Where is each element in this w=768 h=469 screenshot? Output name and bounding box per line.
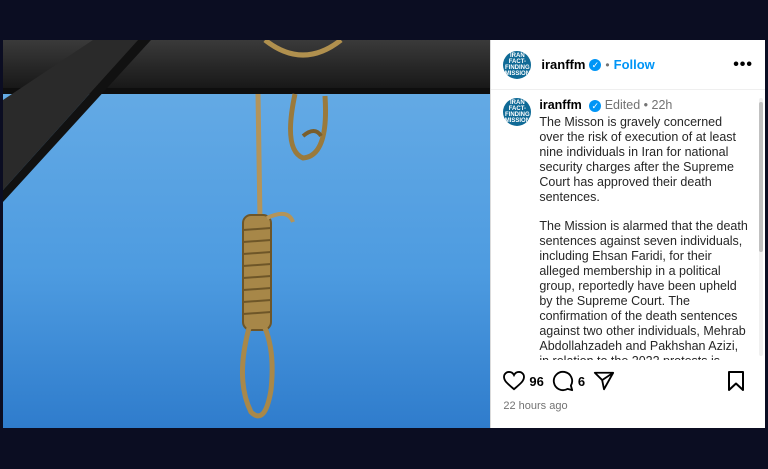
- caption-area: IRAN FACT-FINDING MISSION iranffm ✓ Edit…: [491, 92, 765, 360]
- edited-label: Edited: [604, 98, 641, 112]
- caption-scrollbar[interactable]: [759, 98, 763, 356]
- comment-icon[interactable]: [552, 370, 574, 392]
- gallows-photo: [3, 40, 491, 428]
- verified-badge-icon: ✓: [589, 100, 602, 112]
- caption-paragraph: The Mission is alarmed that the death se…: [539, 219, 748, 360]
- separator-dot: •: [605, 57, 610, 72]
- share-icon[interactable]: [593, 370, 615, 392]
- caption: iranffm ✓ Edited • 22h The Misson is gra…: [539, 98, 749, 360]
- action-bar: 96 6: [503, 370, 753, 392]
- bookmark-icon[interactable]: [727, 370, 745, 392]
- instagram-post: IRAN FACT-FINDING MISSION iranffm ✓ • Fo…: [3, 40, 765, 428]
- avatar[interactable]: IRAN FACT-FINDING MISSION: [503, 50, 532, 79]
- post-image[interactable]: [3, 40, 491, 428]
- like-count[interactable]: 96: [529, 374, 543, 389]
- posted-time-ago[interactable]: 22 hours ago: [503, 400, 567, 412]
- verified-badge-icon: ✓: [589, 58, 602, 71]
- post-header: IRAN FACT-FINDING MISSION iranffm ✓ • Fo…: [491, 40, 765, 90]
- separator-dot: •: [643, 98, 649, 112]
- follow-button[interactable]: Follow: [614, 57, 655, 72]
- scrollbar-thumb[interactable]: [759, 102, 763, 252]
- more-options-icon[interactable]: •••: [733, 56, 753, 74]
- heart-icon[interactable]: [503, 371, 526, 391]
- caption-username[interactable]: iranffm: [539, 98, 581, 112]
- caption-paragraph: The Misson is gravely concerned over the…: [539, 115, 736, 204]
- caption-time[interactable]: 22h: [652, 98, 673, 112]
- post-side-panel: IRAN FACT-FINDING MISSION iranffm ✓ • Fo…: [490, 40, 765, 428]
- account-username[interactable]: iranffm: [541, 57, 585, 72]
- comment-count[interactable]: 6: [578, 374, 585, 389]
- caption-avatar[interactable]: IRAN FACT-FINDING MISSION: [503, 98, 532, 126]
